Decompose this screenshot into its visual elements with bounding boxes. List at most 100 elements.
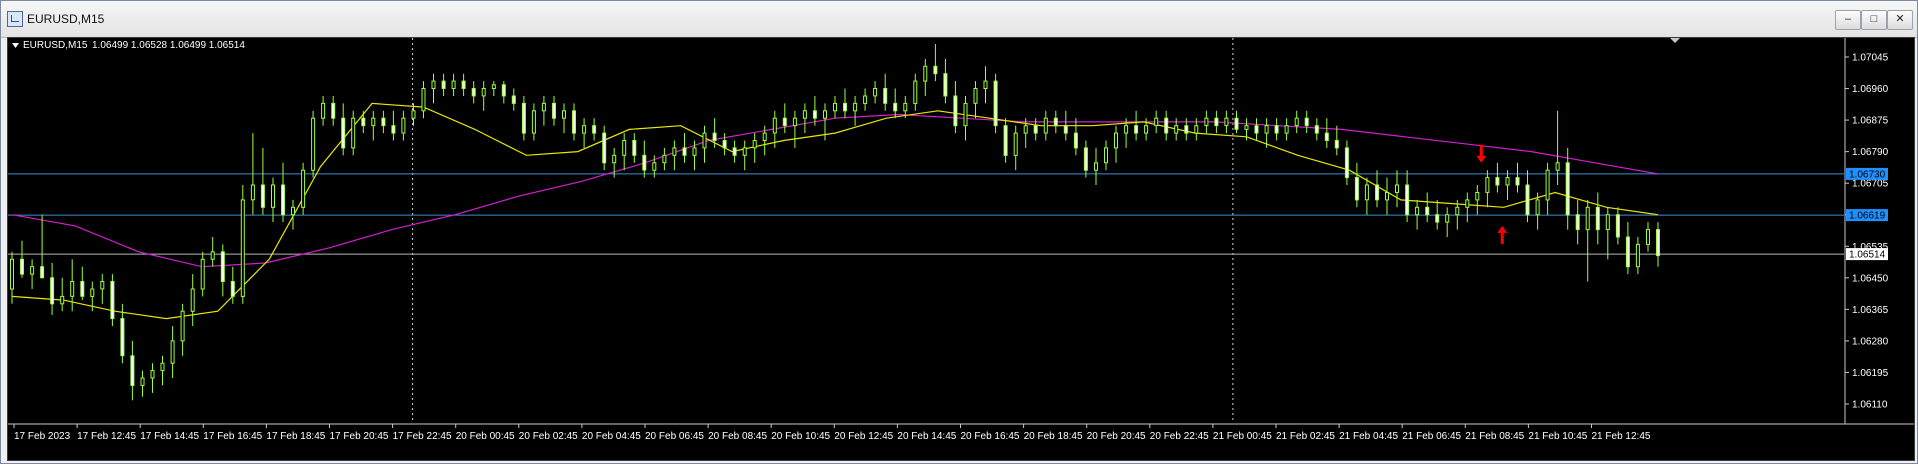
time-label: 20 Feb 04:45 xyxy=(582,431,641,442)
candle-body xyxy=(1224,117,1229,127)
time-label: 20 Feb 14:45 xyxy=(897,431,956,442)
candle-body xyxy=(1615,214,1620,238)
restore-button[interactable]: □ xyxy=(1861,10,1887,30)
candle-body xyxy=(1274,125,1279,134)
time-label: 20 Feb 08:45 xyxy=(708,431,767,442)
time-label: 20 Feb 06:45 xyxy=(645,431,704,442)
time-label: 21 Feb 12:45 xyxy=(1592,431,1651,442)
time-label: 20 Feb 22:45 xyxy=(1150,431,1209,442)
candle-body xyxy=(823,110,827,119)
candle-body xyxy=(1073,132,1078,149)
candle-body xyxy=(140,377,145,386)
time-label: 21 Feb 02:45 xyxy=(1276,431,1335,442)
close-button[interactable]: ✕ xyxy=(1887,10,1913,30)
candle-body xyxy=(1565,162,1570,216)
time-label: 21 Feb 04:45 xyxy=(1339,431,1398,442)
price-label: 1.07045 xyxy=(1852,53,1889,64)
candle-body xyxy=(732,147,737,156)
time-axis: 17 Feb 2023 17 Feb 12:45 17 Feb 14:45 17 Fe… xyxy=(13,424,1651,442)
minimize-button[interactable]: – xyxy=(1835,10,1861,30)
candle-body xyxy=(70,281,75,297)
candle-body xyxy=(802,110,807,119)
candle-body xyxy=(662,154,667,164)
candle-body xyxy=(240,199,245,297)
candle-body xyxy=(100,281,105,290)
candle-body xyxy=(341,117,346,149)
candle-body xyxy=(130,355,135,386)
window-titlebar[interactable]: EURUSD,M15 – □ ✕ xyxy=(1,1,1917,38)
price-label: 1.06365 xyxy=(1852,305,1889,316)
window-title: EURUSD,M15 xyxy=(27,12,105,26)
candle-body xyxy=(421,88,426,112)
price-label: 1.06110 xyxy=(1852,400,1888,411)
price-label: 1.06875 xyxy=(1852,116,1889,127)
candle-body xyxy=(1043,117,1048,134)
candle-body xyxy=(1104,147,1108,164)
candle-body xyxy=(792,117,797,127)
candle-body xyxy=(1154,117,1159,127)
candle-body xyxy=(1003,125,1008,156)
candle-body xyxy=(541,102,546,112)
candle-body xyxy=(531,110,536,134)
candle-body xyxy=(1094,162,1098,171)
candle-body xyxy=(1264,125,1269,134)
collapse-triangle-icon[interactable] xyxy=(12,43,19,48)
candle-body xyxy=(411,110,416,119)
candle-body xyxy=(1134,125,1139,134)
candle-body xyxy=(1385,192,1389,201)
candle-body xyxy=(1535,199,1540,216)
candle-body xyxy=(1585,206,1590,231)
candle-body xyxy=(351,117,356,149)
candle-body xyxy=(883,88,888,104)
time-label: 17 Feb 12:45 xyxy=(77,431,136,442)
time-label: 20 Feb 02:45 xyxy=(519,431,578,442)
candle-body xyxy=(833,102,837,112)
candle-body xyxy=(692,147,697,156)
candle-body xyxy=(1405,184,1410,216)
candle-body xyxy=(441,80,446,89)
candle-body xyxy=(1194,125,1199,134)
candle-body xyxy=(903,102,908,112)
candle-body xyxy=(652,162,657,171)
candle-body xyxy=(1545,169,1550,201)
sell-arrow-icon xyxy=(1476,144,1487,163)
candle-body xyxy=(1475,192,1480,201)
price-chart[interactable]: 1.070451.069601.068751.067901.067051.066… xyxy=(8,38,1914,460)
candle-body xyxy=(602,132,607,164)
price-label: 1.06195 xyxy=(1852,368,1889,379)
time-label: 17 Feb 14:45 xyxy=(140,431,199,442)
time-label: 20 Feb 12:45 xyxy=(834,431,893,442)
candle-body xyxy=(853,102,858,112)
hline-price-label: 1.06619 xyxy=(1849,211,1886,222)
candle-body xyxy=(1053,117,1058,127)
candle-body xyxy=(271,184,275,208)
ma-fast-line xyxy=(11,102,1659,320)
candle-body xyxy=(371,117,376,127)
candle-body xyxy=(612,154,617,164)
candle-body xyxy=(752,140,757,149)
candle-body xyxy=(110,281,115,320)
candle-body xyxy=(1425,206,1430,216)
candle-body xyxy=(943,73,948,97)
candle-body xyxy=(1114,132,1118,149)
candle-body xyxy=(80,281,85,297)
candle-body xyxy=(963,102,968,127)
time-label: 20 Feb 00:45 xyxy=(456,431,515,442)
chart-area[interactable]: 1.070451.069601.068751.067901.067051.066… xyxy=(7,37,1915,461)
candle-body xyxy=(1214,117,1219,127)
chart-shift-marker-icon[interactable] xyxy=(1670,38,1680,43)
candle-body xyxy=(1304,117,1309,127)
candle-body xyxy=(933,65,938,75)
time-label: 17 Feb 16:45 xyxy=(203,431,262,442)
candle-body xyxy=(1635,243,1640,268)
candle-body xyxy=(1495,177,1500,186)
candle-body xyxy=(762,132,767,141)
candle-body xyxy=(1174,125,1179,134)
candle-body xyxy=(1455,206,1460,216)
candle-body xyxy=(1234,117,1239,130)
candle-body xyxy=(180,310,185,342)
candle-body xyxy=(190,288,195,312)
candle-body xyxy=(511,95,516,104)
candle-body xyxy=(30,266,35,275)
candle-body xyxy=(1435,214,1440,223)
